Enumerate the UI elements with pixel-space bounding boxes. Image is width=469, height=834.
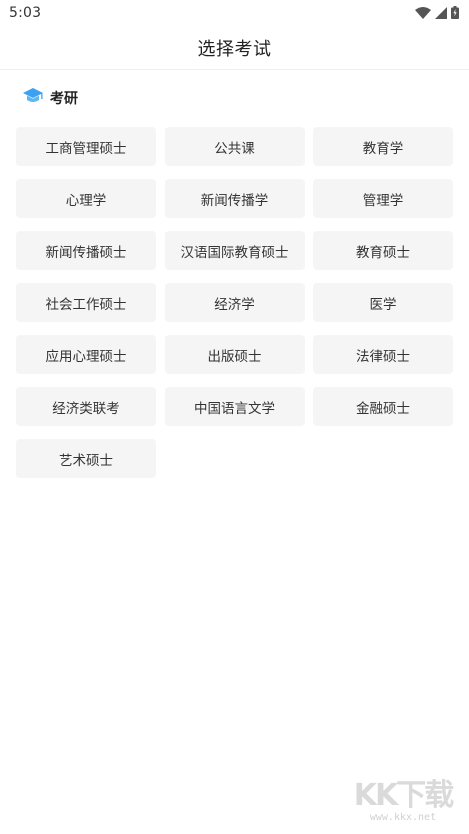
title-bar: 选择考试 — [0, 26, 469, 70]
wifi-icon — [415, 4, 431, 23]
exam-option[interactable]: 管理学 — [313, 179, 453, 218]
exam-option[interactable]: 教育硕士 — [313, 231, 453, 270]
exam-option[interactable]: 新闻传播硕士 — [16, 231, 156, 270]
signal-icon — [435, 4, 447, 23]
status-time: 5:03 — [9, 5, 42, 21]
exam-option[interactable]: 经济类联考 — [16, 387, 156, 426]
exam-option[interactable]: 应用心理硕士 — [16, 335, 156, 374]
watermark-url: www.kkx.net — [369, 812, 437, 823]
watermark: KK下载 www.kkx.net — [343, 780, 463, 828]
watermark-logo: KK下载 — [353, 778, 454, 813]
exam-option[interactable]: 教育学 — [313, 127, 453, 166]
exam-option[interactable]: 公共课 — [164, 127, 305, 166]
section-title: 考研 — [50, 91, 78, 107]
exam-option[interactable]: 新闻传播学 — [164, 179, 305, 218]
page-title: 选择考试 — [197, 38, 272, 60]
exam-options-grid: 工商管理硕士 公共课 教育学 心理学 新闻传播学 管理学 新闻传播硕士 汉语国际… — [16, 127, 453, 478]
status-bar: 5:03 — [0, 0, 469, 26]
exam-option[interactable]: 汉语国际教育硕士 — [164, 231, 305, 270]
exam-option[interactable]: 金融硕士 — [313, 387, 453, 426]
exam-option[interactable]: 中国语言文学 — [164, 387, 305, 426]
section-header: 考研 — [22, 86, 78, 110]
graduation-cap-icon — [22, 86, 44, 110]
screen: 5:03 选择考试 考研 工商管理硕士 公共课 教育学 心理学 新闻传播学 管理… — [0, 0, 469, 834]
exam-option[interactable]: 心理学 — [16, 179, 156, 218]
exam-option[interactable]: 法律硕士 — [313, 335, 453, 374]
status-icons — [415, 4, 459, 23]
exam-option[interactable]: 工商管理硕士 — [16, 127, 156, 166]
exam-option[interactable]: 出版硕士 — [164, 335, 305, 374]
exam-option[interactable]: 艺术硕士 — [16, 439, 156, 478]
exam-option[interactable]: 医学 — [313, 283, 453, 322]
exam-option[interactable]: 经济学 — [164, 283, 305, 322]
exam-option[interactable]: 社会工作硕士 — [16, 283, 156, 322]
battery-icon — [451, 4, 459, 23]
